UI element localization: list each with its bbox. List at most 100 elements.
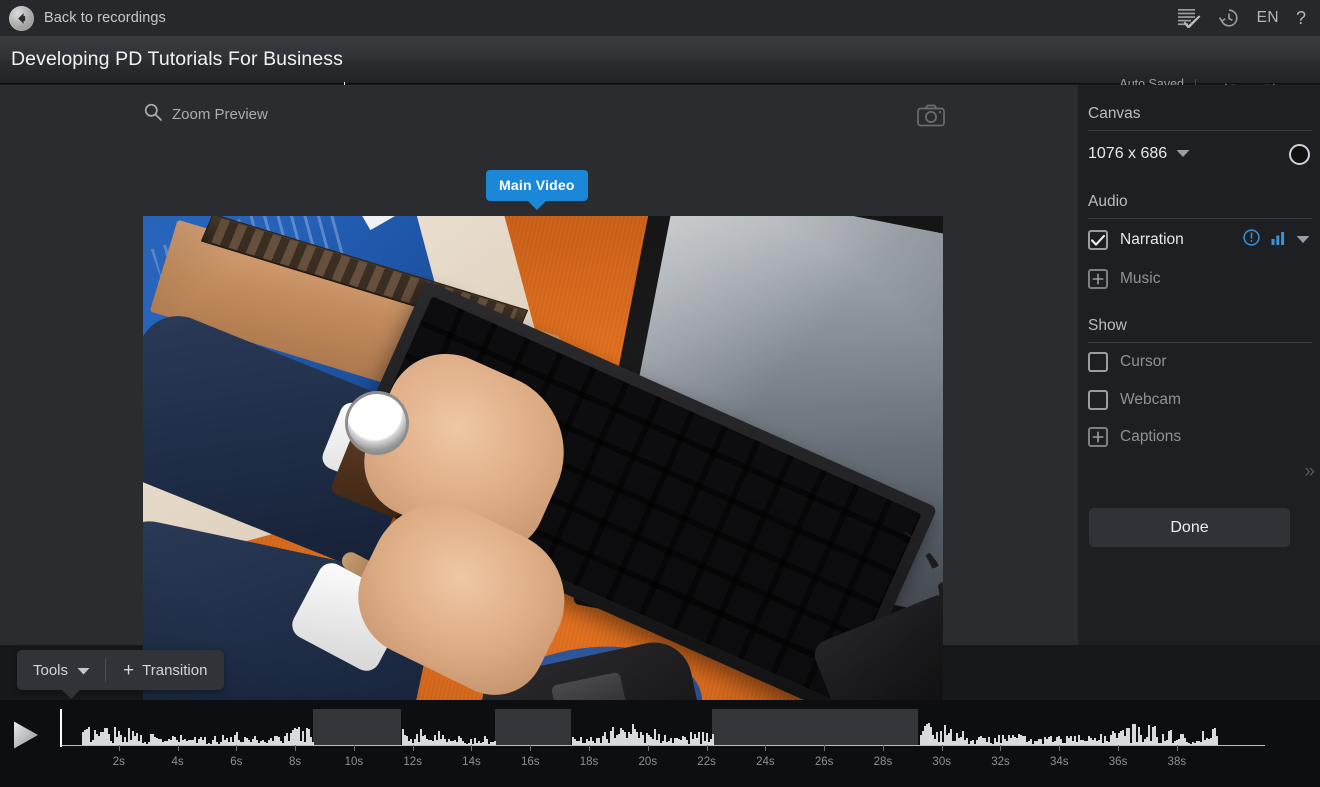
- timeline-tick: [530, 745, 532, 751]
- vignette-overlay: [143, 216, 943, 726]
- canvas-size-value[interactable]: 1076 x 686: [1088, 145, 1167, 163]
- audio-narration-row: Narration: [1078, 219, 1320, 261]
- webcam-label: Webcam: [1120, 390, 1181, 408]
- music-label: Music: [1120, 270, 1161, 287]
- timeline-tick: [1059, 745, 1061, 751]
- done-button[interactable]: Done: [1089, 508, 1290, 547]
- timeline-tick: [765, 745, 767, 751]
- show-cursor-row[interactable]: Cursor: [1078, 343, 1320, 381]
- timeline-tick: [412, 745, 414, 751]
- history-clock-icon[interactable]: [1218, 7, 1240, 29]
- video-content: [143, 216, 943, 726]
- waveform-bar: [494, 740, 496, 745]
- back-to-recordings-label: Back to recordings: [44, 10, 166, 26]
- add-captions-button[interactable]: [1088, 426, 1108, 447]
- timeline-tick: [647, 745, 649, 751]
- timeline-tick-label: 18s: [579, 756, 599, 768]
- play-icon[interactable]: [12, 720, 40, 755]
- canvas-background-color-swatch[interactable]: [1289, 143, 1310, 165]
- narration-controls: [1243, 229, 1310, 251]
- top-bar-actions: EN ?: [1177, 0, 1320, 36]
- preview-stage: Zoom Preview Main Video: [0, 85, 1078, 726]
- video-editor-app: Back to recordings EN ? Developing PD Tu…: [0, 0, 1320, 787]
- timeline-tick-label: 28s: [873, 756, 893, 768]
- language-selector[interactable]: EN: [1257, 9, 1279, 27]
- timeline-track[interactable]: 2s 4s 6s 8s 10s 12s 14s 16s 18s 20s 22s 24s 26s 28s 30…: [60, 700, 1265, 787]
- timeline-gap-block[interactable]: [494, 709, 572, 745]
- canvas-section: Canvas 1076 x 686: [1078, 85, 1320, 177]
- top-bar: Back to recordings EN ?: [0, 0, 1320, 36]
- tools-button[interactable]: Tools: [17, 650, 105, 690]
- project-title-input[interactable]: [0, 36, 1000, 83]
- timeline-tick: [471, 745, 473, 751]
- add-transition-button[interactable]: + Transition: [106, 650, 224, 690]
- timeline-tick-label: 36s: [1108, 756, 1128, 768]
- narration-label: Narration: [1120, 231, 1184, 248]
- add-music-button[interactable]: [1088, 269, 1108, 289]
- timeline-tick: [295, 745, 297, 751]
- waveform-bar: [1216, 735, 1218, 745]
- timeline-tick-label: 26s: [814, 756, 834, 768]
- chevron-down-icon: [77, 662, 90, 679]
- info-circle-icon[interactable]: [1243, 229, 1260, 251]
- cursor-label: Cursor: [1120, 353, 1167, 370]
- timeline-tick-label: 14s: [462, 756, 481, 768]
- timeline-tick: [1176, 745, 1178, 751]
- zoom-preview-label: Zoom Preview: [172, 106, 268, 123]
- canvas-section-title: Canvas: [1088, 105, 1141, 122]
- transition-label: Transition: [142, 661, 208, 679]
- captions-label: Captions: [1120, 427, 1182, 445]
- audio-section: Audio Narration Music: [1078, 177, 1320, 297]
- timeline[interactable]: 2s 4s 6s 8s 10s 12s 14s 16s 18s 20s 22s 24s 26s 28s 30…: [0, 700, 1320, 787]
- timeline-tick-label: 6s: [230, 756, 243, 768]
- audio-levels-icon[interactable]: [1271, 231, 1285, 250]
- timeline-tick-label: 34s: [1049, 756, 1069, 768]
- checklist-icon[interactable]: [1177, 8, 1201, 28]
- properties-panel: Canvas 1076 x 686 Audio Narration Music …: [1078, 85, 1320, 645]
- timeline-tick: [941, 745, 943, 751]
- timeline-tick: [882, 745, 884, 751]
- audio-section-title: Audio: [1088, 193, 1128, 210]
- timeline-tick: [118, 745, 120, 751]
- timeline-tick-label: 38s: [1167, 756, 1187, 768]
- title-bar: Auto Saved Few seconds ago: [0, 36, 1320, 115]
- main-video-badge[interactable]: Main Video: [486, 170, 588, 201]
- timeline-tick-label: 12s: [403, 756, 422, 768]
- double-chevron-right-icon[interactable]: »: [1304, 462, 1315, 481]
- timeline-tick-label: 20s: [638, 756, 658, 768]
- timeline-tick: [177, 745, 179, 751]
- waveform-bar: [712, 733, 714, 745]
- magnifier-icon: [144, 103, 162, 126]
- timeline-tick-label: 22s: [697, 756, 716, 768]
- zoom-preview-button[interactable]: Zoom Preview: [144, 103, 268, 126]
- timeline-tick-label: 32s: [991, 756, 1010, 768]
- timeline-tick: [824, 745, 826, 751]
- canvas-size-row: 1076 x 686: [1078, 131, 1320, 177]
- timeline-tick-label: 10s: [344, 756, 364, 768]
- show-captions-row[interactable]: Captions: [1078, 418, 1320, 455]
- timeline-tick-label: 24s: [756, 756, 775, 768]
- timeline-tick: [706, 745, 708, 751]
- video-preview[interactable]: [143, 216, 943, 726]
- playhead[interactable]: [60, 709, 62, 747]
- show-section: Show Cursor Webcam Captions: [1078, 297, 1320, 455]
- cursor-checkbox[interactable]: [1088, 352, 1108, 372]
- webcam-checkbox[interactable]: [1088, 389, 1108, 410]
- timeline-baseline: [60, 745, 1265, 746]
- timeline-tick: [1000, 745, 1002, 751]
- show-webcam-row[interactable]: Webcam: [1078, 381, 1320, 418]
- help-icon[interactable]: ?: [1296, 9, 1306, 27]
- timeline-gap-block[interactable]: [712, 709, 919, 745]
- narration-checkbox[interactable]: [1088, 230, 1108, 250]
- chevron-down-icon[interactable]: [1296, 231, 1310, 249]
- back-to-recordings-button[interactable]: Back to recordings: [0, 0, 166, 36]
- timeline-gap-block[interactable]: [312, 709, 401, 745]
- chevron-down-icon[interactable]: [1176, 145, 1190, 163]
- timeline-tick-label: 30s: [932, 756, 951, 768]
- plus-icon: +: [123, 659, 135, 681]
- audio-music-row[interactable]: Music: [1078, 261, 1320, 297]
- timeline-tick: [236, 745, 238, 751]
- timeline-tick-label: 16s: [520, 756, 540, 768]
- camera-icon[interactable]: [917, 104, 945, 127]
- timeline-tick: [353, 745, 355, 751]
